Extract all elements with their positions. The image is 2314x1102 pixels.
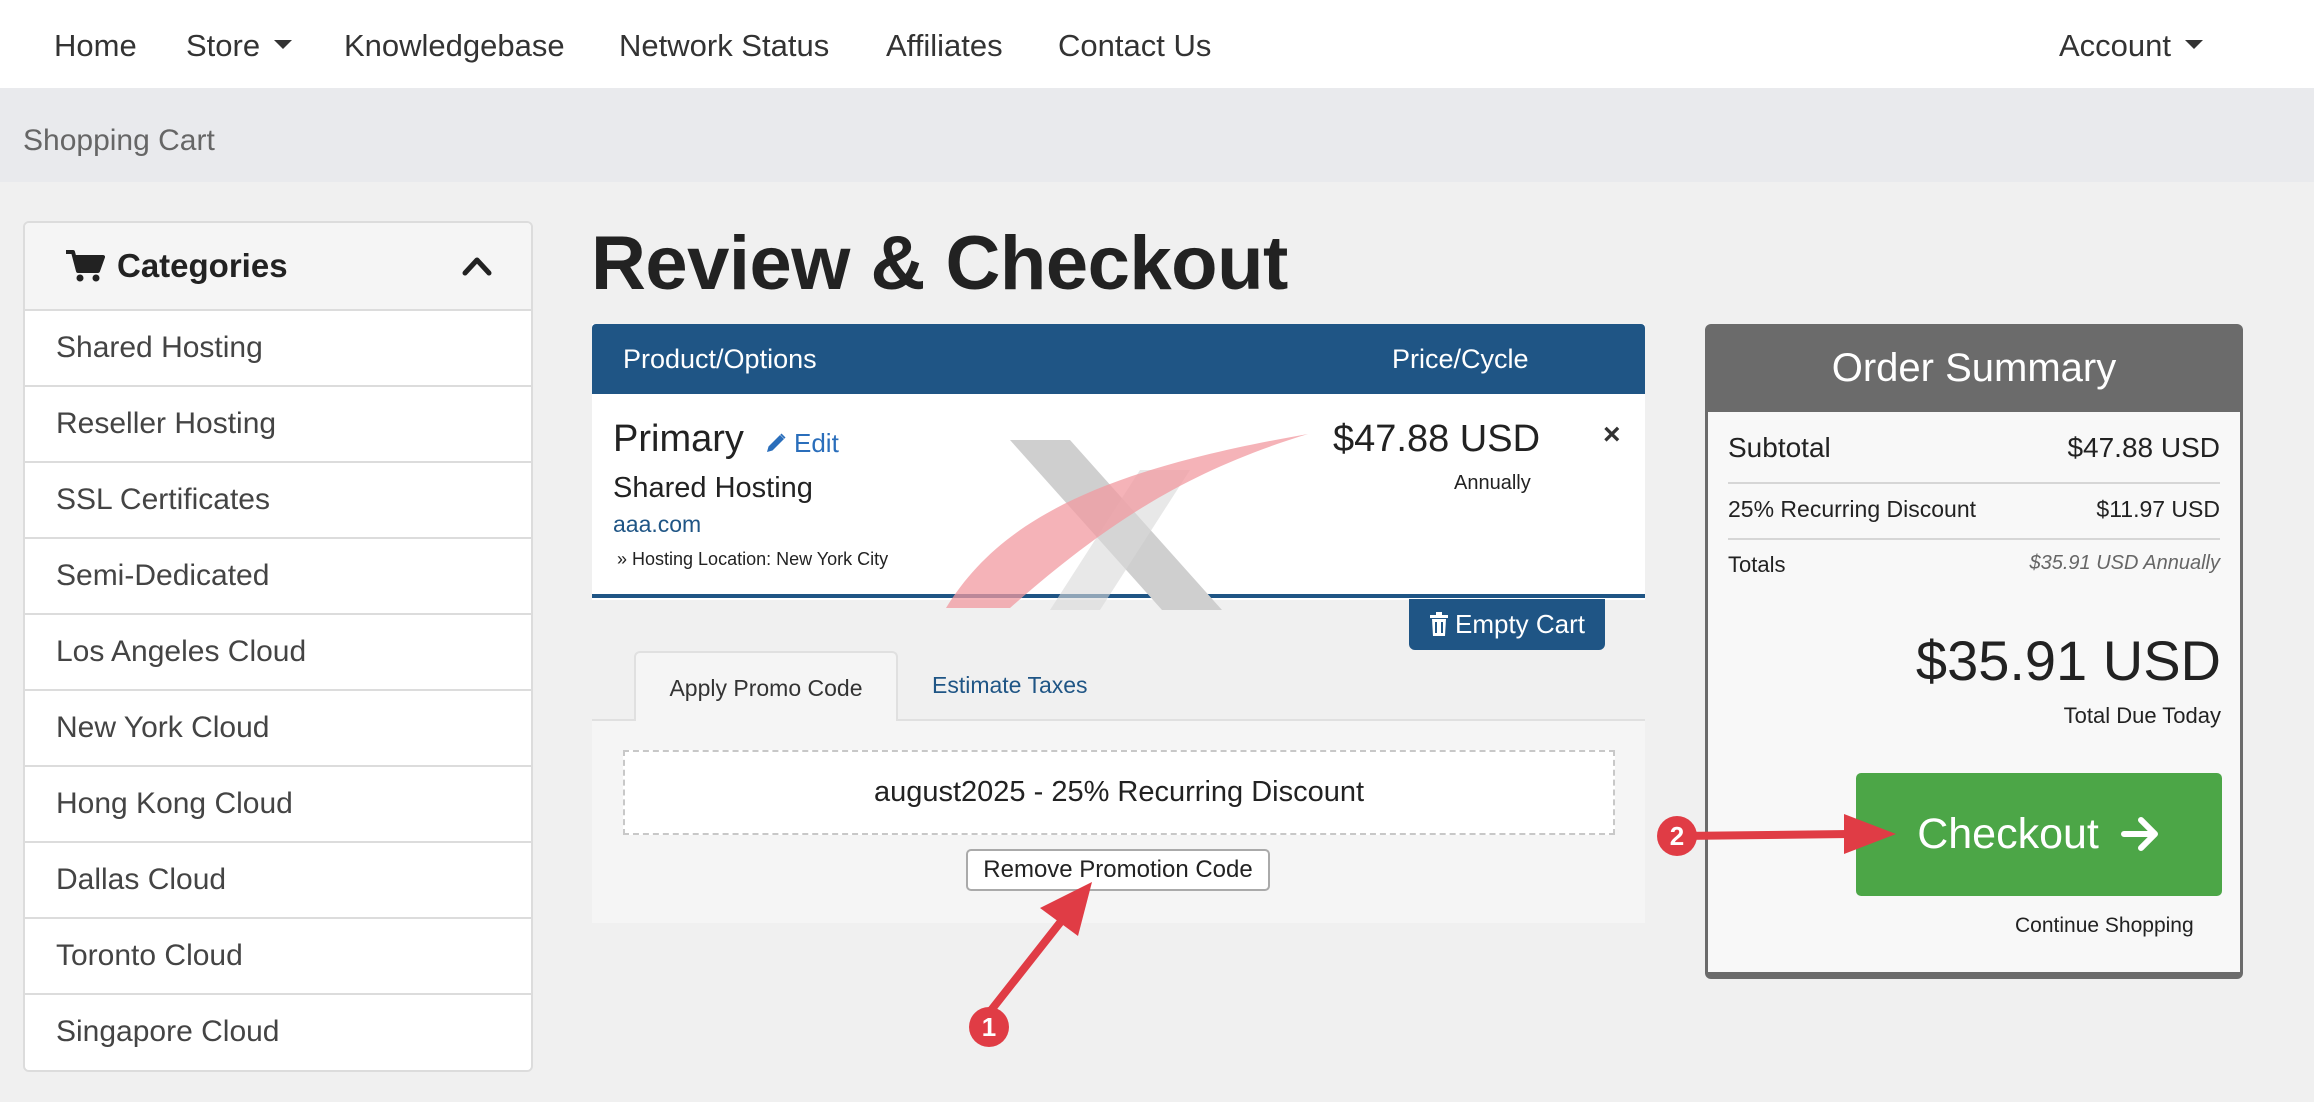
totals-value: $35.91 USD Annually <box>2029 552 2221 574</box>
chevron-up-icon[interactable] <box>461 251 493 279</box>
totals-row: Totals $35.91 USD Annually <box>1708 552 2240 586</box>
annotation-marker-2-label: 2 <box>1670 821 1684 851</box>
nav-account-label: Account <box>2059 28 2172 63</box>
caret-down-icon <box>2185 40 2204 50</box>
nav-contact-us[interactable]: Contact Us <box>1058 28 1211 64</box>
category-new-york-cloud[interactable]: New York Cloud <box>25 691 531 767</box>
watermark-logo <box>946 434 1308 610</box>
empty-cart-button[interactable]: Empty Cart <box>1409 599 1605 650</box>
discount-value: $11.97 USD <box>2096 496 2220 522</box>
total-due-today-label: Total Due Today <box>2063 703 2221 728</box>
category-dallas-cloud[interactable]: Dallas Cloud <box>25 843 531 919</box>
annotation-marker-1 <box>969 1007 1009 1047</box>
product-price: $47.88 USD <box>1333 418 1541 460</box>
remove-promotion-code-button[interactable]: Remove Promotion Code <box>966 849 1270 891</box>
discount-row: 25% Recurring Discount $11.97 USD <box>1708 496 2240 530</box>
category-reseller-hosting[interactable]: Reseller Hosting <box>25 387 531 463</box>
product-group: Shared Hosting <box>613 472 813 504</box>
grand-total: $35.91 USD <box>1915 629 2221 692</box>
checkout-label: Checkout <box>1917 810 2099 858</box>
nav-affiliates-label: Affiliates <box>886 28 1003 63</box>
category-hong-kong-cloud[interactable]: Hong Kong Cloud <box>25 767 531 843</box>
arrow-right-icon <box>2120 817 2158 851</box>
nav-home[interactable]: Home <box>54 28 137 64</box>
column-price-cycle: Price/Cycle <box>1392 344 1529 374</box>
discount-label: 25% Recurring Discount <box>1728 496 1977 522</box>
cart-table-header: Product/Options Price/Cycle <box>592 324 1645 394</box>
product-option: » Hosting Location: New York City <box>617 549 889 569</box>
tab-apply-promo-code[interactable]: Apply Promo Code <box>634 651 898 721</box>
edit-label: Edit <box>794 428 839 458</box>
nav-home-label: Home <box>54 28 137 63</box>
category-los-angeles-cloud[interactable]: Los Angeles Cloud <box>25 615 531 691</box>
nav-network-status-label: Network Status <box>619 28 830 63</box>
page-title: Review & Checkout <box>591 221 1288 306</box>
top-navbar: Home Store Knowledgebase Network Status … <box>0 0 2314 88</box>
breadcrumb: Shopping Cart <box>23 124 215 157</box>
nav-knowledgebase[interactable]: Knowledgebase <box>344 28 565 64</box>
applied-promo-code: august2025 - 25% Recurring Discount <box>623 750 1615 835</box>
summary-divider <box>1728 538 2220 540</box>
categories-panel: Categories Shared Hosting Reseller Hosti… <box>23 221 533 1072</box>
category-semi-dedicated[interactable]: Semi-Dedicated <box>25 539 531 615</box>
continue-shopping-link[interactable]: Continue Shopping <box>2015 914 2194 938</box>
categories-header[interactable]: Categories <box>25 223 531 311</box>
nav-contact-us-label: Contact Us <box>1058 28 1212 63</box>
product-domain: aaa.com <box>613 511 702 537</box>
product-cycle: Annually <box>1454 472 1531 494</box>
nav-store-label: Store <box>186 28 261 63</box>
nav-affiliates[interactable]: Affiliates <box>886 28 1003 64</box>
categories-title: Categories <box>117 247 288 284</box>
breadcrumb-bar <box>0 88 2314 182</box>
annotation-marker-2 <box>1657 816 1697 856</box>
category-singapore-cloud[interactable]: Singapore Cloud <box>25 995 531 1070</box>
empty-cart-label: Empty Cart <box>1454 609 1586 639</box>
category-ssl-certificates[interactable]: SSL Certificates <box>25 463 531 539</box>
order-summary-title: Order Summary <box>1831 346 2117 390</box>
shopping-cart-icon <box>66 250 105 282</box>
subtotal-label: Subtotal <box>1728 432 1831 463</box>
nav-store[interactable]: Store <box>186 28 293 64</box>
nav-network-status[interactable]: Network Status <box>619 28 829 64</box>
column-product-options: Product/Options <box>623 344 817 374</box>
subtotal-row: Subtotal $47.88 USD <box>1708 432 2240 472</box>
edit-product-link[interactable]: Edit <box>764 428 839 459</box>
annotation-marker-1-label: 1 <box>982 1012 996 1042</box>
product-name: Primary <box>613 418 744 460</box>
tab-estimate-taxes[interactable]: Estimate Taxes <box>932 672 1088 699</box>
category-shared-hosting[interactable]: Shared Hosting <box>25 311 531 387</box>
remove-item-icon[interactable]: × <box>1603 418 1621 452</box>
summary-divider <box>1728 482 2220 484</box>
pencil-icon <box>767 433 786 452</box>
totals-label: Totals <box>1728 552 1786 577</box>
category-toronto-cloud[interactable]: Toronto Cloud <box>25 919 531 995</box>
trash-icon <box>1429 612 1448 636</box>
subtotal-value: $47.88 USD <box>2067 432 2220 463</box>
nav-account[interactable]: Account <box>2059 28 2204 64</box>
caret-down-icon <box>274 40 293 50</box>
checkout-button[interactable]: Checkout <box>1856 773 2222 896</box>
nav-knowledgebase-label: Knowledgebase <box>344 28 565 63</box>
